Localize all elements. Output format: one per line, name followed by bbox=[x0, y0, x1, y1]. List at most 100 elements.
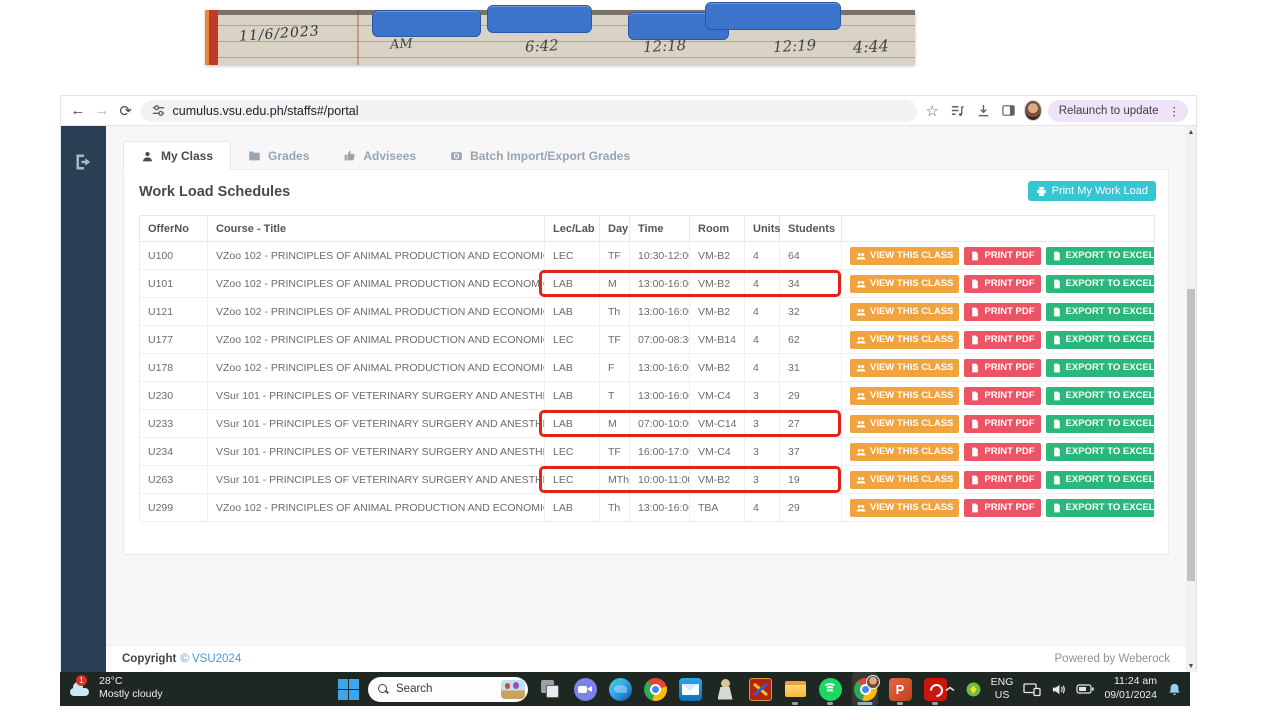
scrollbar-thumb[interactable] bbox=[1187, 289, 1195, 581]
notification-bell-icon[interactable] bbox=[1167, 682, 1182, 697]
clock[interactable]: 11:24 am 09/01/2024 bbox=[1104, 675, 1157, 702]
cloud-icon: 1 bbox=[68, 678, 92, 698]
site-settings-icon[interactable] bbox=[151, 103, 166, 118]
export-to-excel-button[interactable]: EXPORT TO EXCEL bbox=[1046, 443, 1155, 461]
weather-temp: 28°C bbox=[99, 675, 163, 688]
table-row: U263VSur 101 - PRINCIPLES OF VETERINARY … bbox=[140, 466, 1155, 494]
cell-students: 37 bbox=[780, 438, 842, 466]
downloads-icon[interactable] bbox=[973, 99, 992, 123]
display-tray-icon[interactable] bbox=[1023, 682, 1041, 697]
edge-taskbar-icon[interactable] bbox=[607, 672, 633, 706]
relaunch-to-update-button[interactable]: Relaunch to update ⋮ bbox=[1048, 100, 1188, 122]
table-row: U230VSur 101 - PRINCIPLES OF VETERINARY … bbox=[140, 382, 1155, 410]
cell-offer-no: U263 bbox=[140, 466, 208, 494]
mail-taskbar-icon[interactable] bbox=[677, 672, 703, 706]
export-to-excel-button[interactable]: EXPORT TO EXCEL bbox=[1046, 499, 1155, 517]
taskbar-search[interactable]: Search bbox=[368, 677, 528, 702]
cell-units: 3 bbox=[745, 410, 780, 438]
users-icon bbox=[856, 503, 866, 513]
reading-list-icon[interactable] bbox=[948, 99, 967, 123]
print-my-work-load-button[interactable]: Print My Work Load bbox=[1028, 181, 1156, 201]
browser-menu-icon[interactable]: ⋮ bbox=[1165, 104, 1185, 118]
view-this-class-button[interactable]: VIEW THIS CLASS bbox=[850, 303, 959, 321]
export-to-excel-button[interactable]: EXPORT TO EXCEL bbox=[1046, 275, 1155, 293]
workload-table: OfferNoCourse - TitleLec/LabDayTimeRoomU… bbox=[139, 215, 1155, 522]
export-to-excel-button[interactable]: EXPORT TO EXCEL bbox=[1046, 471, 1155, 489]
print-pdf-button[interactable]: PRINT PDF bbox=[964, 471, 1040, 489]
tab-advisees[interactable]: Advisees bbox=[326, 141, 433, 170]
redaction-box bbox=[705, 2, 841, 30]
cell-lec-lab: LAB bbox=[545, 382, 600, 410]
view-this-class-button[interactable]: VIEW THIS CLASS bbox=[850, 275, 959, 293]
view-this-class-button[interactable]: VIEW THIS CLASS bbox=[850, 499, 959, 517]
battery-icon[interactable] bbox=[1076, 684, 1094, 694]
print-pdf-button[interactable]: PRINT PDF bbox=[964, 247, 1040, 265]
pdf-file-icon bbox=[970, 475, 980, 485]
side-panel-icon[interactable] bbox=[999, 99, 1018, 123]
print-pdf-button[interactable]: PRINT PDF bbox=[964, 303, 1040, 321]
view-this-class-button[interactable]: VIEW THIS CLASS bbox=[850, 471, 959, 489]
cell-room: VM-B14 bbox=[690, 326, 745, 354]
pdf-file-icon bbox=[970, 335, 980, 345]
task-view-taskbar-icon[interactable] bbox=[537, 672, 563, 706]
print-pdf-button[interactable]: PRINT PDF bbox=[964, 499, 1040, 517]
printer-icon bbox=[1036, 186, 1047, 197]
address-bar[interactable]: cumulus.vsu.edu.ph/staffs#/portal bbox=[141, 100, 917, 122]
print-pdf-button[interactable]: PRINT PDF bbox=[964, 359, 1040, 377]
export-to-excel-button[interactable]: EXPORT TO EXCEL bbox=[1046, 359, 1155, 377]
red-app-taskbar-icon[interactable] bbox=[747, 672, 773, 706]
back-icon[interactable]: ← bbox=[69, 100, 87, 122]
taskbar-center: Search bbox=[337, 672, 948, 706]
tab-batch-import-export[interactable]: Batch Import/Export Grades bbox=[433, 141, 647, 170]
chat-taskbar-icon[interactable] bbox=[572, 672, 598, 706]
weather-widget[interactable]: 1 28°C Mostly cloudy bbox=[68, 675, 163, 701]
column-header: Room bbox=[690, 216, 745, 242]
antivirus-tray-icon[interactable] bbox=[966, 682, 981, 697]
export-to-excel-button[interactable]: EXPORT TO EXCEL bbox=[1046, 247, 1155, 265]
print-pdf-button[interactable]: PRINT PDF bbox=[964, 443, 1040, 461]
print-pdf-button[interactable]: PRINT PDF bbox=[964, 331, 1040, 349]
chrome-taskbar-icon[interactable] bbox=[642, 672, 668, 706]
view-this-class-button[interactable]: VIEW THIS CLASS bbox=[850, 331, 959, 349]
bookmark-star-icon[interactable]: ☆ bbox=[923, 99, 942, 123]
tab-grades[interactable]: Grades bbox=[231, 141, 326, 170]
speaker-icon[interactable] bbox=[1051, 682, 1066, 697]
powerpoint-taskbar-icon[interactable] bbox=[887, 672, 913, 706]
print-pdf-button[interactable]: PRINT PDF bbox=[964, 275, 1040, 293]
export-to-excel-button[interactable]: EXPORT TO EXCEL bbox=[1046, 331, 1155, 349]
tray-chevron-icon[interactable] bbox=[944, 685, 956, 693]
print-pdf-button[interactable]: PRINT PDF bbox=[964, 387, 1040, 405]
taskbar: 1 28°C Mostly cloudy Search ENG US bbox=[60, 672, 1190, 706]
logout-icon[interactable] bbox=[74, 152, 94, 172]
table-header-row: OfferNoCourse - TitleLec/LabDayTimeRoomU… bbox=[140, 216, 1155, 242]
view-this-class-button[interactable]: VIEW THIS CLASS bbox=[850, 247, 959, 265]
cell-time: 10:00-11:00 bbox=[630, 466, 690, 494]
edge-icon bbox=[609, 678, 632, 701]
view-this-class-button[interactable]: VIEW THIS CLASS bbox=[850, 387, 959, 405]
start-button[interactable] bbox=[337, 678, 359, 700]
chrome-profile-taskbar-icon[interactable] bbox=[852, 672, 878, 706]
cell-actions: VIEW THIS CLASS PRINT PDF EXPORT TO EXCEL bbox=[842, 242, 1155, 270]
spotify-taskbar-icon[interactable] bbox=[817, 672, 843, 706]
scroll-down-icon[interactable]: ▼ bbox=[1186, 660, 1196, 672]
print-pdf-button[interactable]: PRINT PDF bbox=[964, 415, 1040, 433]
cell-day: Th bbox=[600, 494, 630, 522]
reload-icon[interactable]: ⟳ bbox=[117, 100, 135, 122]
export-to-excel-button[interactable]: EXPORT TO EXCEL bbox=[1046, 415, 1155, 433]
language-indicator[interactable]: ENG US bbox=[991, 676, 1014, 701]
view-this-class-button[interactable]: VIEW THIS CLASS bbox=[850, 443, 959, 461]
tab-label: Batch Import/Export Grades bbox=[470, 149, 630, 163]
cell-offer-no: U177 bbox=[140, 326, 208, 354]
table-row: U100VZoo 102 - PRINCIPLES OF ANIMAL PROD… bbox=[140, 242, 1155, 270]
vsu-link[interactable]: © VSU2024 bbox=[180, 653, 241, 665]
scroll-up-icon[interactable]: ▲ bbox=[1186, 126, 1196, 138]
tab-my-class[interactable]: My Class bbox=[123, 141, 231, 170]
page-scrollbar[interactable]: ▲ ▼ bbox=[1186, 126, 1196, 672]
profile-avatar[interactable] bbox=[1024, 100, 1041, 121]
export-to-excel-button[interactable]: EXPORT TO EXCEL bbox=[1046, 303, 1155, 321]
statue-app-taskbar-icon[interactable] bbox=[712, 672, 738, 706]
view-this-class-button[interactable]: VIEW THIS CLASS bbox=[850, 415, 959, 433]
view-this-class-button[interactable]: VIEW THIS CLASS bbox=[850, 359, 959, 377]
file-explorer-taskbar-icon[interactable] bbox=[782, 672, 808, 706]
export-to-excel-button[interactable]: EXPORT TO EXCEL bbox=[1046, 387, 1155, 405]
